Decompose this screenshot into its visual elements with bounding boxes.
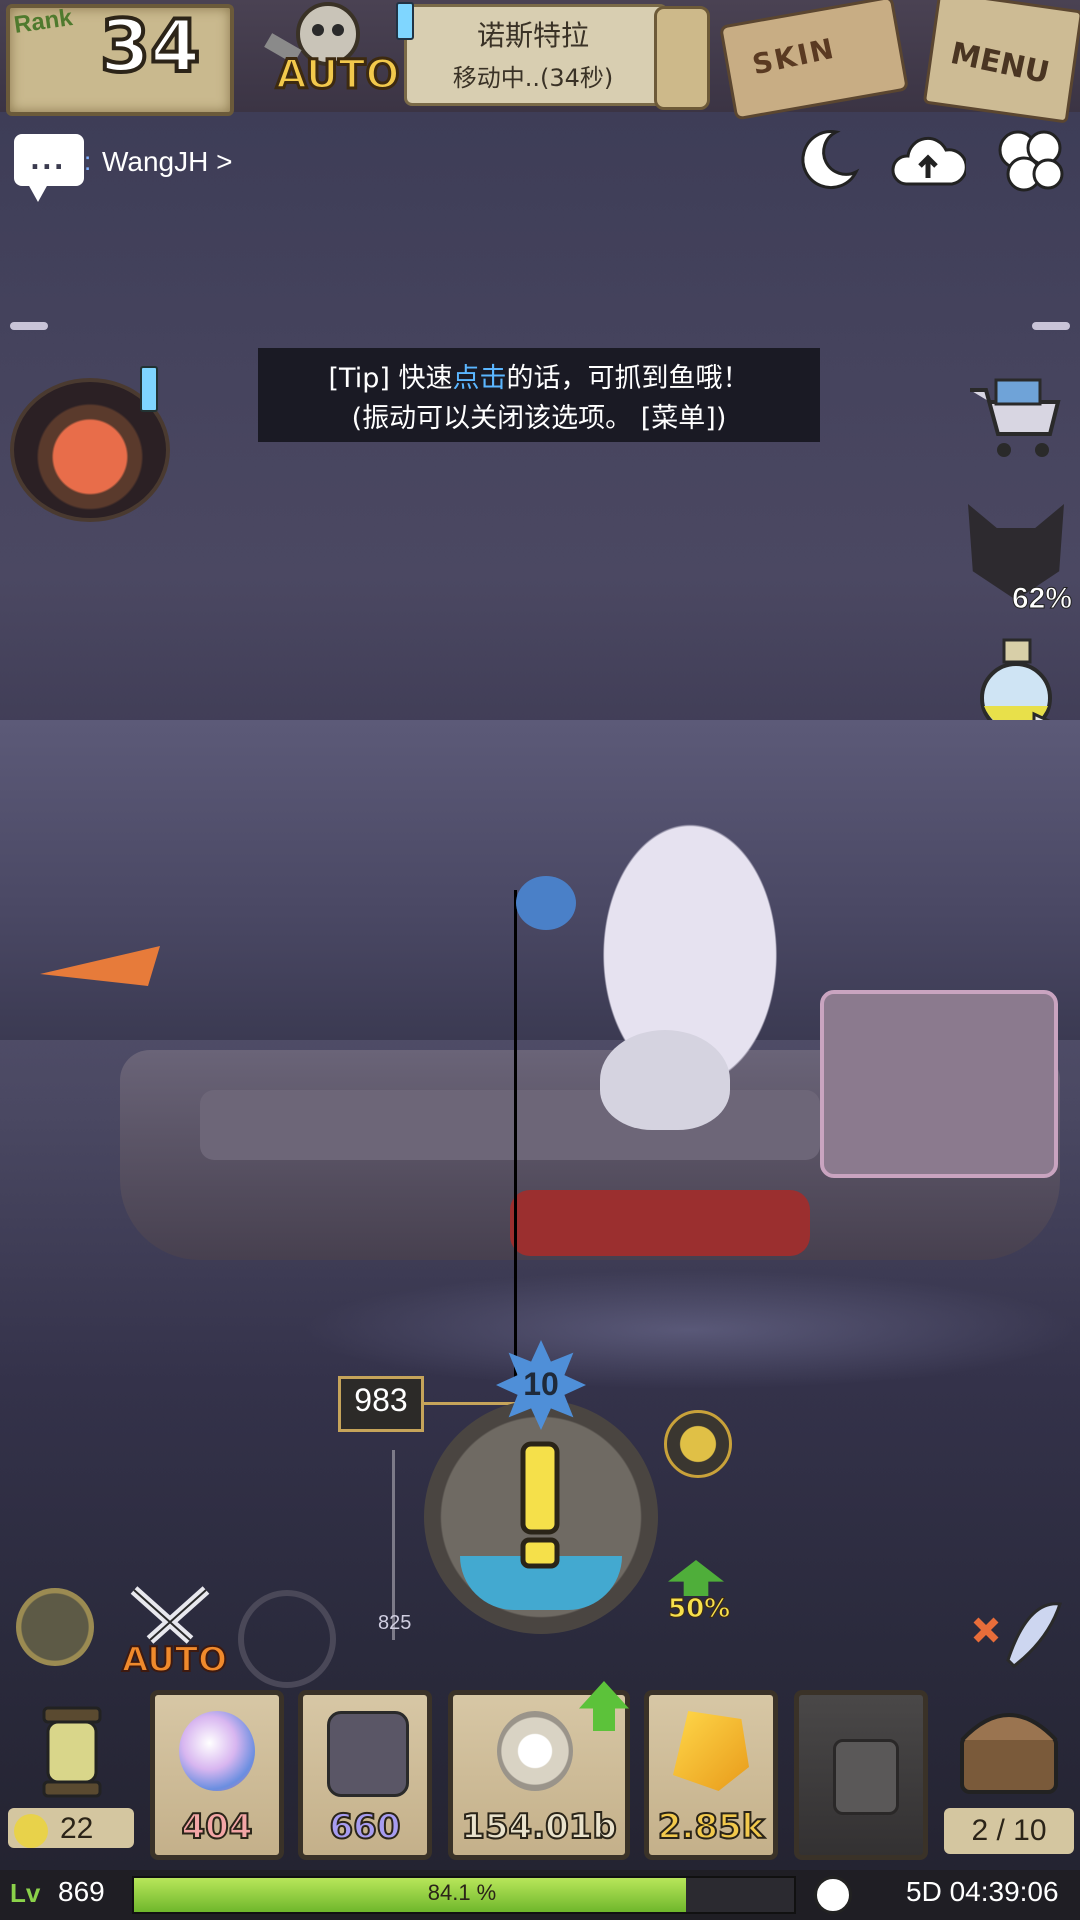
chat-dots: ... <box>30 146 66 176</box>
tip-line-2: (振动可以关闭该选项。 [菜单]) <box>351 403 727 434</box>
clock-icon <box>814 1876 852 1914</box>
lantern-count-value: 22 <box>60 1812 94 1845</box>
gold-ore-icon <box>673 1711 749 1791</box>
fish-release-icon[interactable] <box>968 1580 1068 1680</box>
community-cloud-icon[interactable] <box>996 126 1066 194</box>
tip-highlight: 点击 <box>452 363 507 394</box>
player-level: 869 <box>58 1876 105 1907</box>
slot-value: 660 <box>329 1806 402 1848</box>
rank-value: 34 <box>98 2 202 90</box>
inventory-slot-shell[interactable]: 154.01b <box>448 1681 630 1860</box>
fishing-line <box>514 890 517 1390</box>
tip-line-1: [Tip] 快速点击的话，可抓到鱼哦！ <box>328 363 750 394</box>
fishing-lure-icon <box>516 876 576 930</box>
lantern-bag-icon <box>14 1814 48 1848</box>
upgrade-arrow-icon <box>579 1681 629 1731</box>
play-time: 5D 04:39:06 <box>906 1876 1059 1907</box>
chest-count-value: 2 / 10 <box>971 1814 1047 1847</box>
inventory-slot-orb[interactable]: 404 <box>150 1690 284 1860</box>
destination-name: 诺斯特拉 <box>476 19 589 52</box>
chat-separator: : <box>84 146 92 176</box>
dark-shield-icon <box>327 1711 409 1797</box>
gift-box-decoration <box>820 990 1058 1178</box>
ribbon-bow-decoration <box>510 1190 810 1256</box>
inventory-slot-gold[interactable]: 2.85k <box>644 1690 778 1860</box>
depth-scale-value: 825 <box>378 1612 412 1634</box>
pet-cat <box>600 1030 730 1130</box>
chat-username[interactable]: WangJH > <box>102 146 232 178</box>
lock-icon <box>833 1739 899 1815</box>
rainbow-orb-icon <box>179 1711 255 1791</box>
catch-counter-value: 983 <box>354 1382 408 1418</box>
treasure-chest-icon[interactable] <box>954 1700 1064 1800</box>
level-icon: Lv <box>10 1878 41 1908</box>
auto-fight-label[interactable]: AUTO <box>121 1639 228 1681</box>
exclamation-icon <box>520 1441 560 1569</box>
boost-up-arrow-icon <box>668 1560 724 1596</box>
level-star-value: 10 <box>523 1366 559 1402</box>
boost-percent: 50% <box>667 1594 731 1625</box>
lantern-icon[interactable] <box>14 1700 124 1810</box>
right-edge-handle[interactable] <box>1032 322 1070 330</box>
slot-value: 154.01b <box>460 1806 618 1848</box>
map-scroll-icon[interactable] <box>654 6 710 110</box>
compass-icon[interactable] <box>16 1588 94 1666</box>
inventory-slot-locked[interactable] <box>794 1690 928 1860</box>
inventory-slot-shield[interactable]: 660 <box>298 1690 432 1860</box>
crosshair-icon[interactable] <box>238 1590 336 1688</box>
cloud-upload-icon[interactable] <box>890 130 966 190</box>
slot-value: 404 <box>181 1806 254 1848</box>
slot-value: 2.85k <box>657 1806 766 1848</box>
shell-icon <box>497 1711 573 1791</box>
npc-alert-icon <box>140 366 158 412</box>
fox-mask-percent: 62% <box>1011 582 1073 616</box>
destination-status: 移动中..(34秒) <box>452 64 614 92</box>
boost-icon[interactable] <box>664 1410 732 1478</box>
left-edge-handle[interactable] <box>10 322 48 330</box>
xp-percent: 84.1 % <box>427 1880 497 1905</box>
moon-icon[interactable] <box>796 128 860 192</box>
auto-button-label[interactable]: AUTO <box>275 51 401 100</box>
shopping-cart-icon[interactable] <box>964 372 1064 462</box>
water-splash <box>300 1270 1080 1390</box>
